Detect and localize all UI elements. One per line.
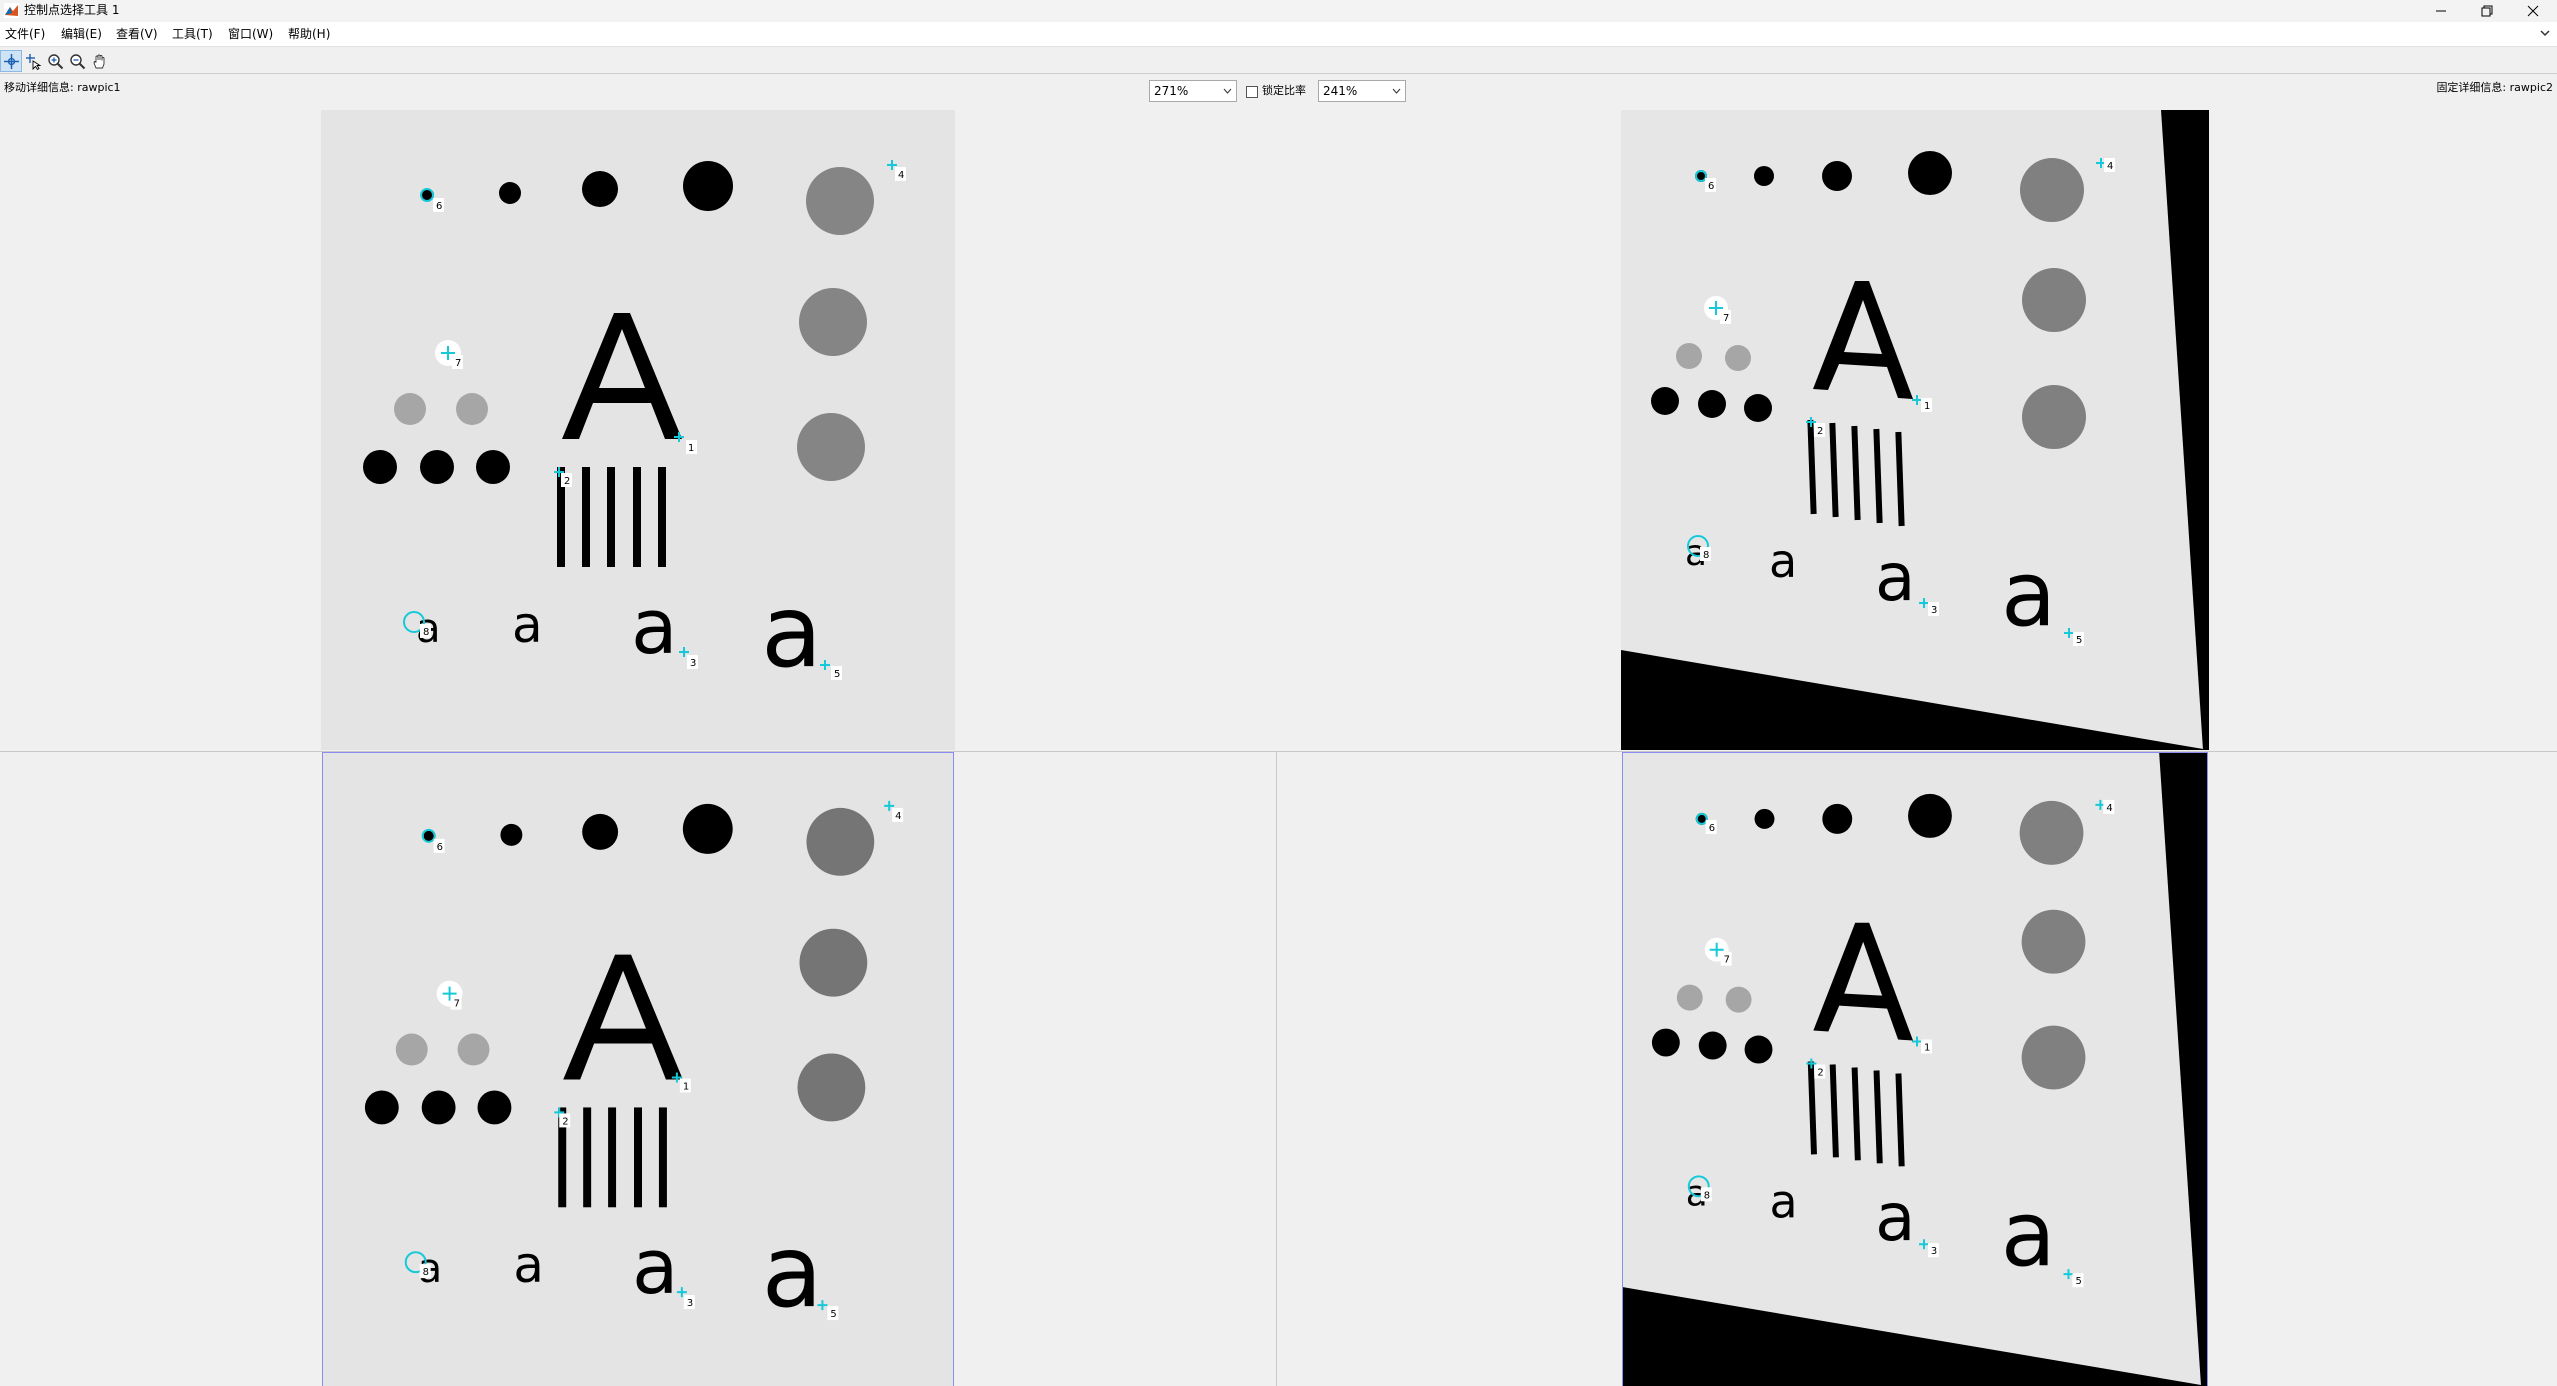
menu-file[interactable]: 文件(F) (5, 27, 45, 42)
select-point-tool[interactable] (22, 50, 44, 72)
moving-detail-view[interactable]: a a a a (321, 110, 955, 750)
restore-button[interactable] (2464, 0, 2510, 22)
chevron-down-icon (1392, 88, 1401, 94)
title-bar: 控制点选择工具 1 (0, 0, 2557, 22)
svg-text:a: a (513, 1236, 544, 1294)
fixed-overview[interactable]: a a a a 1 2 3 4 5 6 7 8 (1622, 752, 2208, 1386)
fixed-zoom-select[interactable]: 241% (1318, 80, 1406, 102)
zoom-in-tool[interactable] (44, 50, 66, 72)
moving-point-label: 3 (690, 658, 696, 669)
moving-point-label: 4 (898, 170, 904, 181)
fixed-overview-image: a a a a (1623, 753, 2207, 1386)
fixed-overview-point-label: 4 (2106, 803, 2112, 814)
moving-point-label: 6 (436, 201, 442, 212)
moving-zoom-select[interactable]: 271% (1149, 80, 1237, 102)
fixed-point-label: 3 (1931, 605, 1937, 616)
fixed-detail-view[interactable]: a a a a 1 2 3 4 5 6 7 8 (1621, 110, 2209, 750)
menu-tools[interactable]: 工具(T) (172, 27, 213, 42)
menu-edit[interactable]: 编辑(E) (61, 27, 102, 42)
svg-text:a: a (2001, 542, 2056, 647)
moving-zoom-value: 271% (1154, 84, 1189, 98)
add-point-icon (3, 53, 19, 69)
moving-point-label: 5 (834, 669, 840, 680)
fixed-overview-point-label: 2 (1817, 1067, 1823, 1078)
pan-hand-icon (93, 54, 104, 68)
fixed-point-label: 8 (1703, 550, 1709, 561)
fixed-point-label: 2 (1817, 426, 1823, 437)
moving-overview-point-label: 4 (895, 811, 901, 822)
moving-overview-point-label: 5 (830, 1309, 836, 1320)
moving-overview-point-label: 2 (562, 1116, 568, 1127)
fixed-overview-point-label: 8 (1704, 1190, 1710, 1201)
restore-icon (2481, 5, 2493, 17)
fixed-zoom-value: 241% (1323, 84, 1358, 98)
minimize-button[interactable] (2418, 0, 2464, 22)
moving-detail-label: 移动详细信息: rawpic1 (4, 81, 121, 94)
lock-ratio-checkbox[interactable] (1246, 86, 1258, 98)
moving-point-label: 1 (688, 443, 694, 454)
fixed-detail-label: 固定详细信息: rawpic2 (2436, 81, 2553, 94)
moving-point-label: 8 (423, 627, 429, 638)
chevron-down-icon (1223, 88, 1232, 94)
svg-text:a: a (2001, 1183, 2056, 1287)
svg-text:a: a (1875, 1179, 1915, 1256)
moving-image: a a a a (321, 110, 955, 750)
fixed-image: a a a a (1621, 110, 2209, 750)
fixed-point-label: 5 (2076, 635, 2082, 646)
moving-overview-point-label: 8 (423, 1267, 429, 1278)
toolbar (0, 48, 2557, 74)
zoom-in-icon (47, 53, 63, 69)
svg-text:a: a (512, 596, 543, 654)
close-button[interactable] (2510, 0, 2556, 22)
moving-overview-point-label: 6 (437, 842, 443, 853)
moving-overview-point-label: 7 (454, 999, 460, 1010)
moving-overview-image: a a a a (323, 753, 953, 1386)
fixed-overview-point-label: 3 (1931, 1246, 1937, 1257)
moving-overview[interactable]: a a a a 1 2 3 (322, 752, 954, 1386)
control-point-selection-window: 控制点选择工具 1 文件(F) 编辑(E) 查看(V) 工具(T) 窗口(W) … (0, 0, 2557, 1386)
svg-text:a: a (631, 582, 678, 671)
svg-text:a: a (761, 573, 822, 690)
fixed-point-label: 6 (1708, 181, 1714, 192)
lock-ratio-label: 锁定比率 (1262, 84, 1306, 97)
fixed-point-label: 7 (1723, 313, 1729, 324)
fixed-overview-point-label: 1 (1924, 1043, 1930, 1054)
svg-text:a: a (1769, 1174, 1797, 1228)
menu-view[interactable]: 查看(V) (116, 27, 158, 42)
moving-point-label: 2 (564, 476, 570, 487)
matlab-icon (4, 3, 19, 18)
fixed-overview-point-label: 7 (1724, 955, 1730, 966)
chevron-down-icon[interactable] (2539, 26, 2551, 40)
moving-overview-point-label: 1 (683, 1081, 689, 1092)
menu-bar: 文件(F) 编辑(E) 查看(V) 工具(T) 窗口(W) 帮助(H) (0, 22, 2557, 47)
fixed-overview-point-label: 6 (1709, 823, 1715, 834)
svg-text:a: a (1769, 534, 1797, 588)
moving-overview-point-label: 3 (687, 1298, 693, 1309)
zoom-out-tool[interactable] (66, 50, 88, 72)
menu-window[interactable]: 窗口(W) (228, 27, 273, 42)
menu-help[interactable]: 帮助(H) (288, 27, 330, 42)
window-title: 控制点选择工具 1 (24, 3, 120, 17)
minimize-icon (2436, 10, 2446, 12)
close-icon (2527, 5, 2539, 17)
fixed-point-label: 4 (2107, 161, 2113, 172)
svg-text:a: a (632, 1223, 678, 1311)
pan-tool[interactable] (88, 50, 110, 72)
fixed-overview-point-label: 5 (2075, 1276, 2081, 1287)
svg-text:a: a (1875, 539, 1915, 616)
svg-text:a: a (762, 1213, 823, 1330)
fixed-point-label: 1 (1924, 401, 1930, 412)
select-point-icon (25, 53, 42, 70)
add-point-tool[interactable] (0, 50, 22, 72)
panel-divider (1276, 752, 1277, 1386)
moving-point-label: 7 (455, 358, 461, 369)
zoom-out-icon (69, 53, 85, 69)
